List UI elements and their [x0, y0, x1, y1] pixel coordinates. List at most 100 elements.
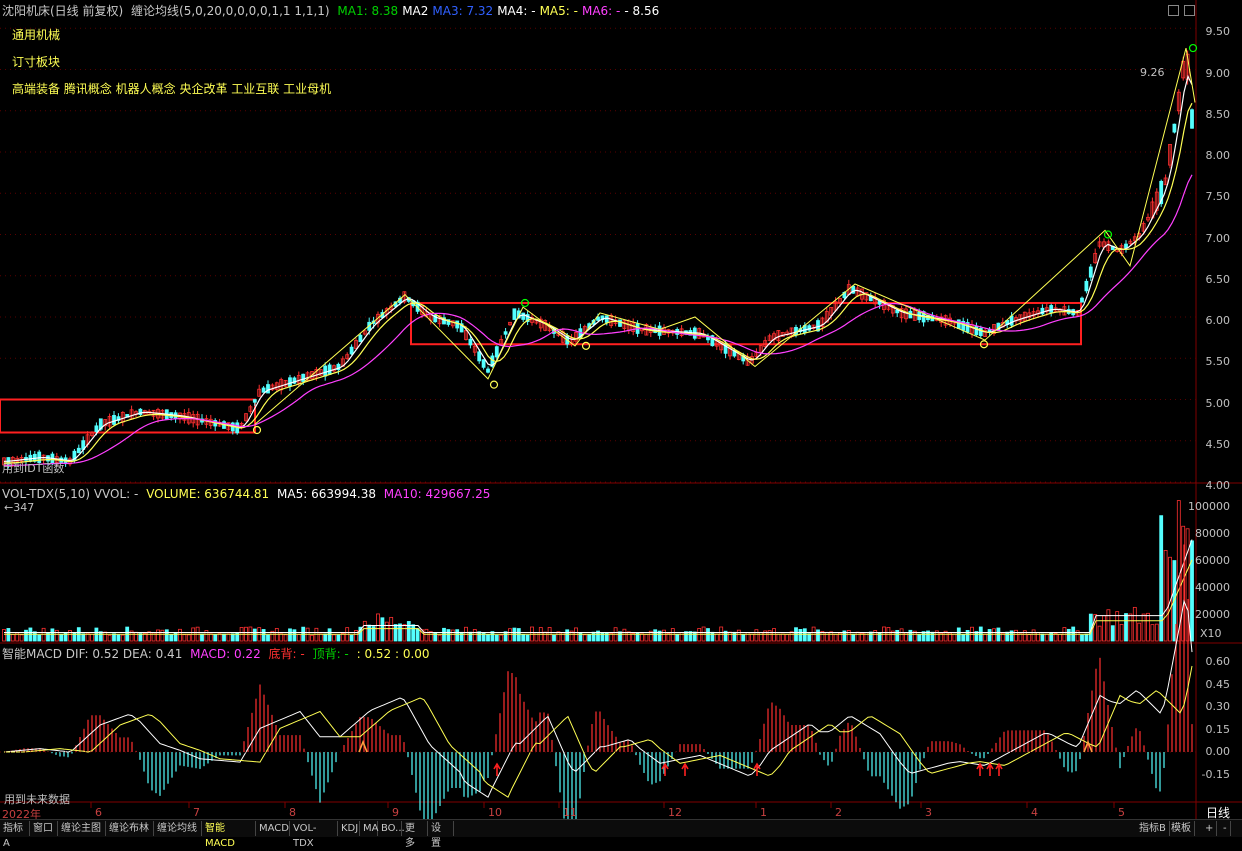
volume-bar [1066, 628, 1071, 642]
price-tick-label: 9.50 [1205, 25, 1231, 39]
volume-bar [525, 634, 530, 642]
volume-bar [587, 634, 592, 642]
macd-bottom-div: 底背: - [268, 647, 305, 661]
volume-bar [692, 631, 697, 642]
volume-bar [169, 634, 174, 642]
price-tick-label: 9.00 [1205, 66, 1231, 80]
indicator-tab-right[interactable]: 模板 [1168, 821, 1195, 836]
volume-bar [292, 629, 297, 642]
volume-bar [1110, 625, 1115, 642]
volume-bar [1084, 633, 1089, 642]
close-icon[interactable] [1184, 5, 1195, 16]
volume-bar [230, 633, 235, 642]
indicator-tab[interactable]: 指标A [0, 821, 30, 849]
indicator-tab[interactable]: BO... [378, 821, 405, 836]
indicator-tab[interactable]: 缠论主图 [58, 821, 106, 836]
candle-body [1190, 109, 1194, 129]
volume-header: VOL-TDX(5,10) VVOL: - VOLUME: 636744.81 … [2, 487, 494, 501]
candle-body [1172, 123, 1177, 133]
indicator-tab[interactable]: 智能MACD [202, 821, 256, 849]
stock-title: 沈阳机床(日线 前复权) [2, 4, 124, 18]
date-tick-label: 8 [289, 806, 296, 819]
candle-body [1009, 315, 1014, 326]
vol-volume: VOLUME: 636744.81 [146, 487, 270, 501]
date-tick-label: 9 [392, 806, 399, 819]
volume-bar [552, 634, 556, 642]
volume-bar [213, 634, 218, 642]
volume-bar [486, 633, 490, 642]
volume-bar [1080, 634, 1084, 642]
candle-body [481, 359, 486, 368]
ma-readout: MA3: 7.32 [432, 4, 494, 18]
indicator-tab[interactable]: 设置 [428, 821, 454, 849]
volume-bar [1005, 631, 1010, 642]
volume-bar [468, 631, 473, 642]
candle-body [358, 334, 363, 343]
price-tick-label: 4.50 [1205, 437, 1231, 451]
indicator-tab[interactable]: MACD [256, 821, 290, 836]
volume-tick-label: 20000 [1195, 608, 1230, 621]
vol-ma5: MA5: 663994.38 [277, 487, 376, 501]
volume-bar [261, 629, 266, 642]
candle-body [1084, 280, 1089, 292]
indicator-tab[interactable]: VOL-TDX [290, 821, 338, 849]
volume-bar [81, 633, 86, 642]
volume-bar [868, 631, 873, 642]
indicator-tab[interactable]: MA [360, 821, 378, 836]
ma-readout: MA1: 8.38 [337, 4, 399, 18]
price-tick-label: 5.00 [1205, 396, 1231, 410]
indicator-tab-right[interactable]: 指标B [1136, 821, 1170, 836]
volume-bar [323, 633, 328, 642]
date-tick-label: 10 [488, 806, 502, 819]
indicator-tab-right[interactable]: + [1202, 821, 1218, 836]
indicator-tab[interactable]: 缠论均线 [154, 821, 202, 836]
volume-bar [732, 631, 737, 642]
volume-bar [415, 628, 420, 642]
kline-chart-canvas[interactable] [0, 0, 1242, 836]
volume-bar [798, 629, 803, 642]
peak-price-label: 9.26 [1140, 66, 1165, 79]
volume-tick-label: 100000 [1188, 500, 1230, 513]
candle-body [477, 351, 482, 362]
macd-name: 智能MACD DIF: 0.52 DEA: 0.41 [2, 647, 183, 661]
restore-icon[interactable] [1168, 5, 1179, 16]
volume-bar [393, 624, 398, 642]
vol-name: VOL-TDX(5,10) VVOL: - [2, 487, 139, 501]
date-tick-label: 3 [925, 806, 932, 819]
price-tick-label: 7.00 [1205, 231, 1231, 245]
volume-bar [503, 631, 508, 642]
volume-bar [266, 634, 270, 642]
candle-body [288, 377, 292, 387]
concept-line-2: 订寸板块 [12, 55, 61, 69]
date-tick-label: 6 [95, 806, 102, 819]
price-tick-label: 5.50 [1205, 355, 1231, 369]
volume-bar [37, 634, 42, 642]
indicator-tab[interactable]: 窗口 [30, 821, 58, 836]
candle-body [266, 384, 270, 394]
candle-body [1080, 297, 1084, 303]
macd-tail: : 0.52 : 0.00 [356, 647, 430, 661]
indicator-tab[interactable]: KDJ [338, 821, 360, 836]
indicator-tab-right[interactable]: - [1220, 821, 1231, 836]
volume-bar [327, 628, 332, 642]
candle-body [76, 447, 81, 454]
macd-tick-label: -0.15 [1201, 767, 1230, 781]
volume-bar [455, 629, 460, 642]
concept-line-3: 高端装备 腾讯概念 机器人概念 央企改革 工业互联 工业母机 [12, 82, 332, 96]
volume-bar [917, 633, 922, 642]
date-tick-label: 11 [563, 806, 577, 819]
volume-bar [908, 629, 913, 642]
volume-tick-label: 60000 [1195, 554, 1230, 567]
volume-bar [802, 628, 807, 642]
volume-bar [618, 631, 622, 642]
macd-tick-label: 0.15 [1205, 722, 1231, 736]
volume-tick-label: 40000 [1195, 581, 1230, 594]
volume-bar [1124, 613, 1128, 642]
indicator-tab[interactable]: 更多 [402, 821, 428, 849]
concept-line-1: 通用机械 [12, 28, 61, 42]
volume-bar [1040, 633, 1045, 642]
volume-bar [816, 629, 820, 642]
volume-bar [398, 623, 402, 642]
candle-body [455, 320, 460, 329]
indicator-tab[interactable]: 缠论布林 [106, 821, 154, 836]
